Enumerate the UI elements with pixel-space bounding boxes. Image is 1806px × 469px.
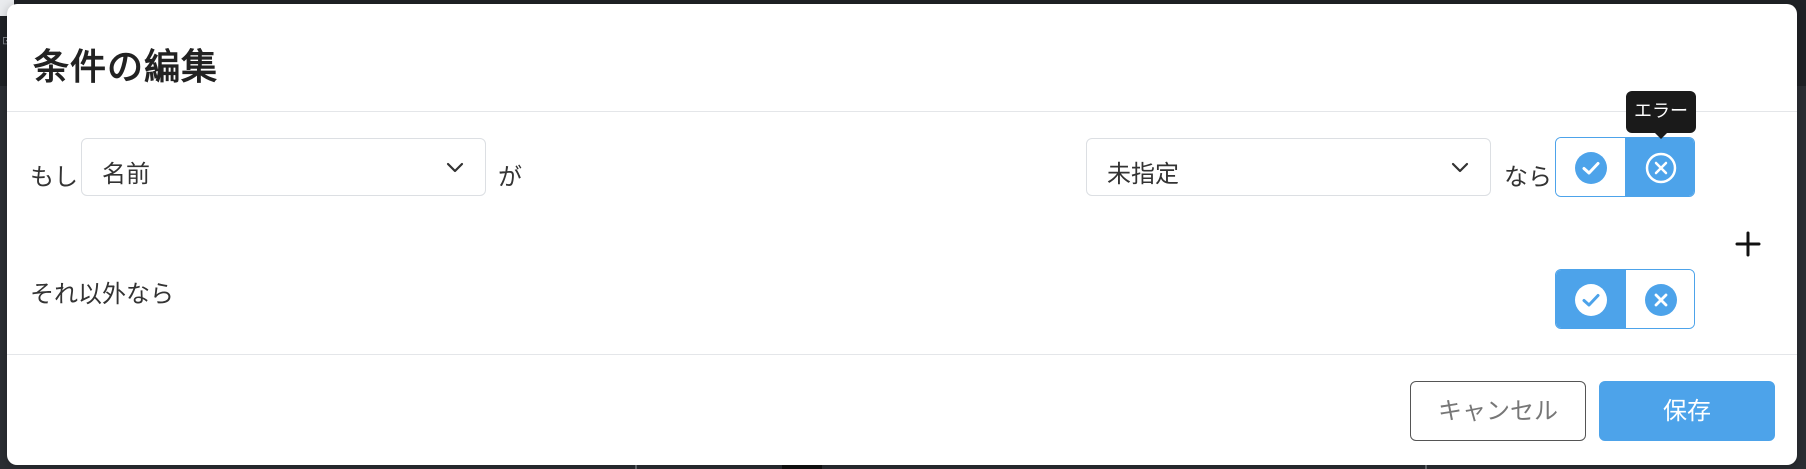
error-tooltip: エラー bbox=[1626, 91, 1696, 133]
chevron-down-icon bbox=[446, 162, 464, 173]
tooltip-arrow bbox=[1654, 132, 1668, 139]
success-option[interactable] bbox=[1556, 270, 1626, 328]
check-circle-icon bbox=[1575, 284, 1607, 316]
if-label: もし bbox=[30, 163, 78, 191]
field-select[interactable]: 名前 bbox=[81, 138, 486, 196]
dialog-header: 条件の編集 bbox=[7, 4, 1797, 112]
else-result-toggle bbox=[1555, 269, 1695, 329]
value-select[interactable]: 未指定 bbox=[1086, 138, 1491, 196]
field-select-value: 名前 bbox=[102, 160, 150, 188]
plus-icon[interactable] bbox=[1728, 224, 1768, 264]
dialog-title: 条件の編集 bbox=[33, 47, 219, 88]
success-option[interactable] bbox=[1556, 138, 1626, 196]
error-option[interactable] bbox=[1625, 270, 1694, 328]
cancel-button[interactable]: キャンセル bbox=[1410, 381, 1586, 441]
value-select-value: 未指定 bbox=[1107, 160, 1179, 188]
chevron-down-icon bbox=[1451, 162, 1469, 173]
footer-divider bbox=[7, 354, 1797, 355]
close-circle-icon bbox=[1645, 284, 1677, 316]
save-button[interactable]: 保存 bbox=[1599, 381, 1775, 441]
close-circle-icon bbox=[1645, 152, 1677, 184]
then-label: なら bbox=[1504, 163, 1552, 191]
edit-condition-dialog: 条件の編集 もし 名前 が 未指定 なら それ以外なら エラー キャンセル 保存 bbox=[7, 4, 1797, 465]
else-label: それ以外なら bbox=[30, 280, 174, 308]
check-circle-icon bbox=[1575, 152, 1607, 184]
condition-result-toggle bbox=[1555, 137, 1695, 197]
error-option[interactable] bbox=[1625, 138, 1694, 196]
ga-label: が bbox=[498, 163, 522, 191]
